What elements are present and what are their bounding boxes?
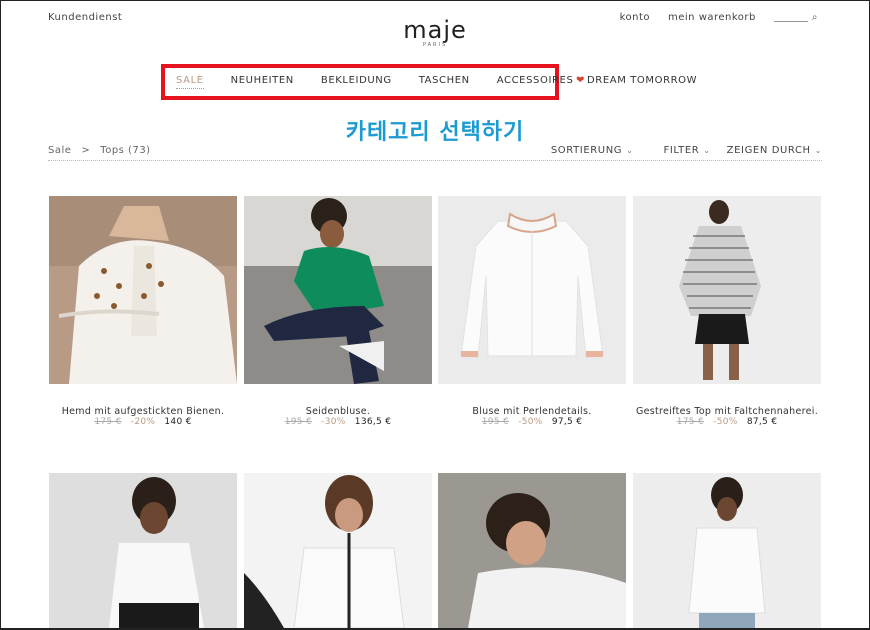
- annotation-text: 카테고리 선택하기: [345, 120, 525, 145]
- price: 136,5 €: [354, 417, 392, 427]
- discount: -50%: [518, 417, 543, 427]
- old-price: 195 €: [284, 417, 312, 427]
- view-dropdown[interactable]: ZEIGEN DURCH ⌄: [727, 145, 822, 156]
- breadcrumb-separator: >: [81, 145, 91, 156]
- price: 87,5 €: [746, 417, 778, 427]
- search-icon[interactable]: ⌕: [812, 12, 818, 23]
- filter-dropdown[interactable]: FILTER ⌄: [663, 145, 710, 156]
- product-image[interactable]: [244, 196, 432, 384]
- filter-label: FILTER: [663, 145, 700, 156]
- product-image[interactable]: [49, 196, 237, 384]
- divider: [48, 160, 822, 161]
- product-card[interactable]: Seidenbluse. 195 € -30% 136,5 €: [244, 196, 432, 428]
- search-box[interactable]: ⌕: [773, 12, 818, 23]
- product-image[interactable]: [438, 473, 626, 628]
- chevron-down-icon: ⌄: [626, 146, 634, 155]
- old-price: 195 €: [481, 417, 510, 427]
- nav-item-dream-tomorrow[interactable]: ❤ DREAM TOMORROW: [576, 75, 697, 86]
- product-card[interactable]: Gestreiftes Top mit Faltchennaherei. 175…: [633, 196, 821, 428]
- product-image[interactable]: [244, 473, 432, 628]
- nav-item-accessoires[interactable]: ACCESSOIRES: [497, 75, 574, 89]
- price: 97,5 €: [551, 417, 583, 427]
- nav-item-bekleidung[interactable]: BEKLEIDUNG: [321, 75, 392, 89]
- search-input[interactable]: [773, 14, 808, 22]
- product-card[interactable]: [438, 473, 626, 628]
- chevron-down-icon: ⌄: [814, 146, 822, 155]
- discount: -50%: [713, 417, 738, 427]
- nav-item-neuheiten[interactable]: NEUHEITEN: [231, 75, 294, 89]
- sort-dropdown[interactable]: SORTIERUNG ⌄: [551, 145, 634, 156]
- product-image[interactable]: [49, 473, 237, 628]
- product-image[interactable]: [633, 196, 821, 384]
- product-card[interactable]: Hemd mit aufgestickten Bienen. 175 € -20…: [49, 196, 237, 428]
- product-card[interactable]: Bluse mit Perlendetails. 195 € -50% 97,5…: [438, 196, 626, 428]
- breadcrumb-current: Tops (73): [100, 145, 151, 156]
- product-name[interactable]: Gestreiftes Top mit Faltchennaherei.: [633, 406, 821, 417]
- discount: -20%: [130, 417, 156, 427]
- product-name[interactable]: Hemd mit aufgestickten Bienen.: [49, 406, 237, 417]
- product-card[interactable]: [633, 473, 821, 628]
- discount: -30%: [321, 417, 346, 427]
- heart-icon: ❤: [576, 75, 585, 86]
- price: 140 €: [164, 417, 192, 427]
- account-bar: konto mein warenkorb ⌕: [620, 12, 818, 23]
- filter-bar: SORTIERUNG ⌄ FILTER ⌄ ZEIGEN DURCH ⌄: [551, 145, 822, 156]
- account-link[interactable]: konto: [620, 12, 650, 23]
- product-card[interactable]: [244, 473, 432, 628]
- product-image[interactable]: [633, 473, 821, 628]
- main-nav: SALE NEUHEITEN BEKLEIDUNG TASCHEN ACCESS…: [176, 75, 600, 89]
- product-name[interactable]: Seidenbluse.: [244, 406, 432, 417]
- cart-link[interactable]: mein warenkorb: [668, 12, 756, 23]
- dream-label: DREAM TOMORROW: [586, 75, 698, 86]
- chevron-down-icon: ⌄: [703, 146, 711, 155]
- nav-item-taschen[interactable]: TASCHEN: [419, 75, 470, 89]
- breadcrumb: Sale > Tops (73): [48, 145, 151, 156]
- product-name[interactable]: Bluse mit Perlendetails.: [438, 406, 626, 417]
- view-label: ZEIGEN DURCH: [726, 145, 811, 156]
- logo-subtitle: PARIS: [422, 42, 448, 48]
- sort-label: SORTIERUNG: [550, 145, 623, 156]
- product-image[interactable]: [438, 196, 626, 384]
- nav-item-sale[interactable]: SALE: [176, 75, 204, 89]
- old-price: 175 €: [94, 417, 122, 427]
- product-card[interactable]: [49, 473, 237, 628]
- old-price: 175 €: [676, 417, 705, 427]
- breadcrumb-root[interactable]: Sale: [48, 145, 71, 156]
